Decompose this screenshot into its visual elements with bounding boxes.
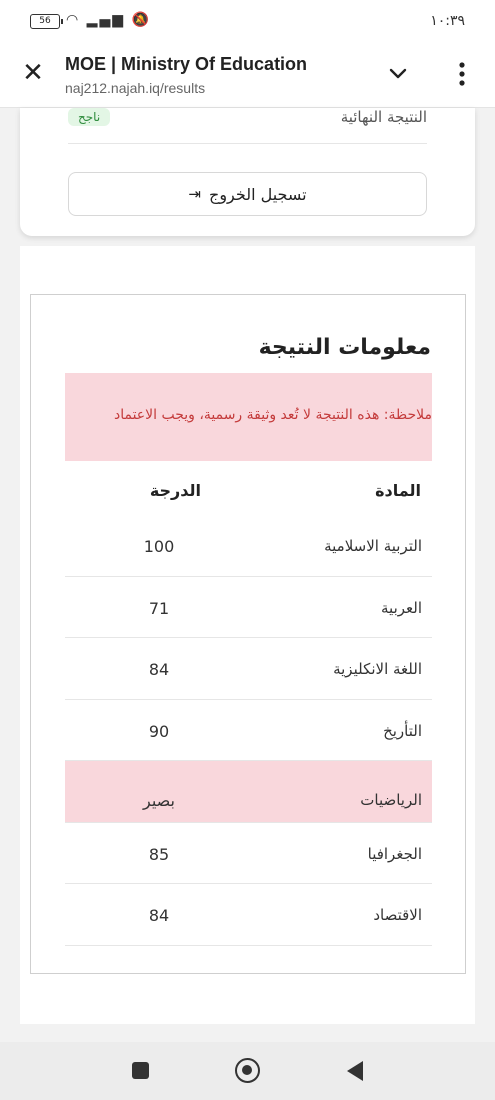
results-table: التربية الاسلامية 100 العربية 71 اللغة ا… xyxy=(65,515,432,946)
table-row: الرياضيات بصير xyxy=(65,761,432,823)
chevron-down-icon[interactable] xyxy=(386,62,410,86)
table-row: اللغة الانكليزية 84 xyxy=(65,638,432,700)
subject-cell: التربية الاسلامية xyxy=(324,537,422,555)
home-icon[interactable] xyxy=(235,1058,260,1083)
subject-cell: العربية xyxy=(381,598,422,617)
logout-icon: ⇥ xyxy=(188,185,201,203)
wifi-icon: ◠ xyxy=(66,12,81,28)
status-icons: ◠ ▂▄▆ 🔕 xyxy=(66,12,151,28)
results-frame: معلومات النتيجة ملاحظة: هذه النتيجة لا ت… xyxy=(30,294,466,974)
table-row: التربية الاسلامية 100 xyxy=(65,515,432,577)
recent-apps-icon[interactable] xyxy=(132,1062,149,1079)
grade-cell: 85 xyxy=(148,844,170,864)
back-icon[interactable] xyxy=(347,1061,363,1081)
page-url: naj212.najah.iq/results xyxy=(65,80,206,96)
navigation-bar xyxy=(0,1042,495,1100)
subject-cell: اللغة الانكليزية xyxy=(333,660,422,678)
status-bar: 56 ◠ ▂▄▆ 🔕 ١٠:٣٩ xyxy=(0,0,495,40)
table-row: الاقتصاد 84 xyxy=(65,884,432,946)
grade-cell: 71 xyxy=(148,598,170,618)
logout-label: تسجيل الخروج xyxy=(208,184,307,204)
table-row: الجغرافيا 85 xyxy=(65,823,432,884)
more-vert-icon[interactable] xyxy=(452,60,472,88)
grade-cell: بصير xyxy=(143,791,175,810)
signal-icon: ▂▄▆ xyxy=(86,12,125,28)
note-text: ملاحظة: هذه النتيجة لا تُعد وثيقة رسمية،… xyxy=(113,407,432,423)
page-title: MOE | Ministry Of Education xyxy=(65,54,308,74)
results-title: معلومات النتيجة xyxy=(258,335,431,360)
subject-cell: الاقتصاد xyxy=(373,906,422,924)
subject-cell: التأريخ xyxy=(383,721,422,740)
summary-card: النتيجة النهائية ناجح تسجيل الخروج ⇥ xyxy=(20,108,475,236)
column-header-grade: الدرجة xyxy=(149,481,201,500)
status-badge: ناجح xyxy=(68,108,111,126)
table-row: التأريخ 90 xyxy=(65,700,432,761)
grade-cell: 100 xyxy=(143,537,175,556)
close-icon[interactable]: ✕ xyxy=(20,60,46,86)
subject-cell: الرياضيات xyxy=(360,791,422,809)
battery-icon: 56 xyxy=(30,14,63,29)
browser-toolbar: ✕ MOE | Ministry Of Education naj212.naj… xyxy=(0,40,495,108)
note-box: ملاحظة: هذه النتيجة لا تُعد وثيقة رسمية،… xyxy=(65,373,432,461)
status-time: ١٠:٣٩ xyxy=(430,13,465,29)
subject-cell: الجغرافيا xyxy=(367,844,422,863)
grade-cell: 84 xyxy=(148,906,170,925)
column-header-subject: المادة xyxy=(375,481,421,500)
grade-cell: 90 xyxy=(148,721,170,741)
results-card: معلومات النتيجة ملاحظة: هذه النتيجة لا ت… xyxy=(20,246,475,1024)
grade-cell: 84 xyxy=(148,660,170,679)
bell-off-icon: 🔕 xyxy=(131,12,151,28)
logout-button[interactable]: تسجيل الخروج ⇥ xyxy=(68,172,427,216)
table-row: العربية 71 xyxy=(65,577,432,638)
final-result-label: النتيجة النهائية xyxy=(340,108,427,126)
divider xyxy=(68,143,427,144)
